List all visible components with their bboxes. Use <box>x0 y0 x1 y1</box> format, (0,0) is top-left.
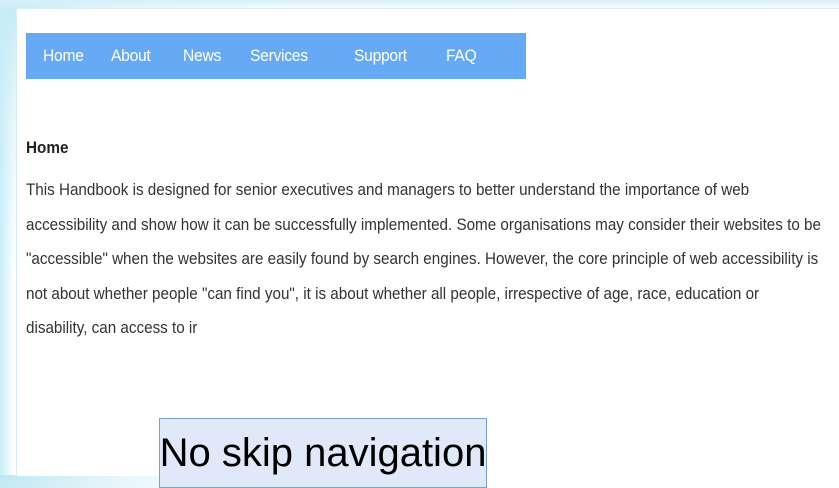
caption-text: No skip navigation <box>159 431 487 475</box>
nav-link-news[interactable]: News <box>183 46 224 66</box>
nav-link-faq[interactable]: FAQ <box>446 46 483 66</box>
caption-callout: No skip navigation <box>159 418 487 488</box>
nav-link-support[interactable]: Support <box>354 46 418 66</box>
nav-link-home[interactable]: Home <box>43 46 85 66</box>
main-navigation: Home About News Services Support FAQ <box>26 33 526 79</box>
nav-link-about[interactable]: About <box>111 46 157 66</box>
nav-link-services[interactable]: Services <box>250 46 325 66</box>
body-paragraph: This Handbook is designed for senior exe… <box>26 180 821 337</box>
page-heading: Home <box>26 138 69 157</box>
slide-background-glow-left <box>0 0 14 475</box>
